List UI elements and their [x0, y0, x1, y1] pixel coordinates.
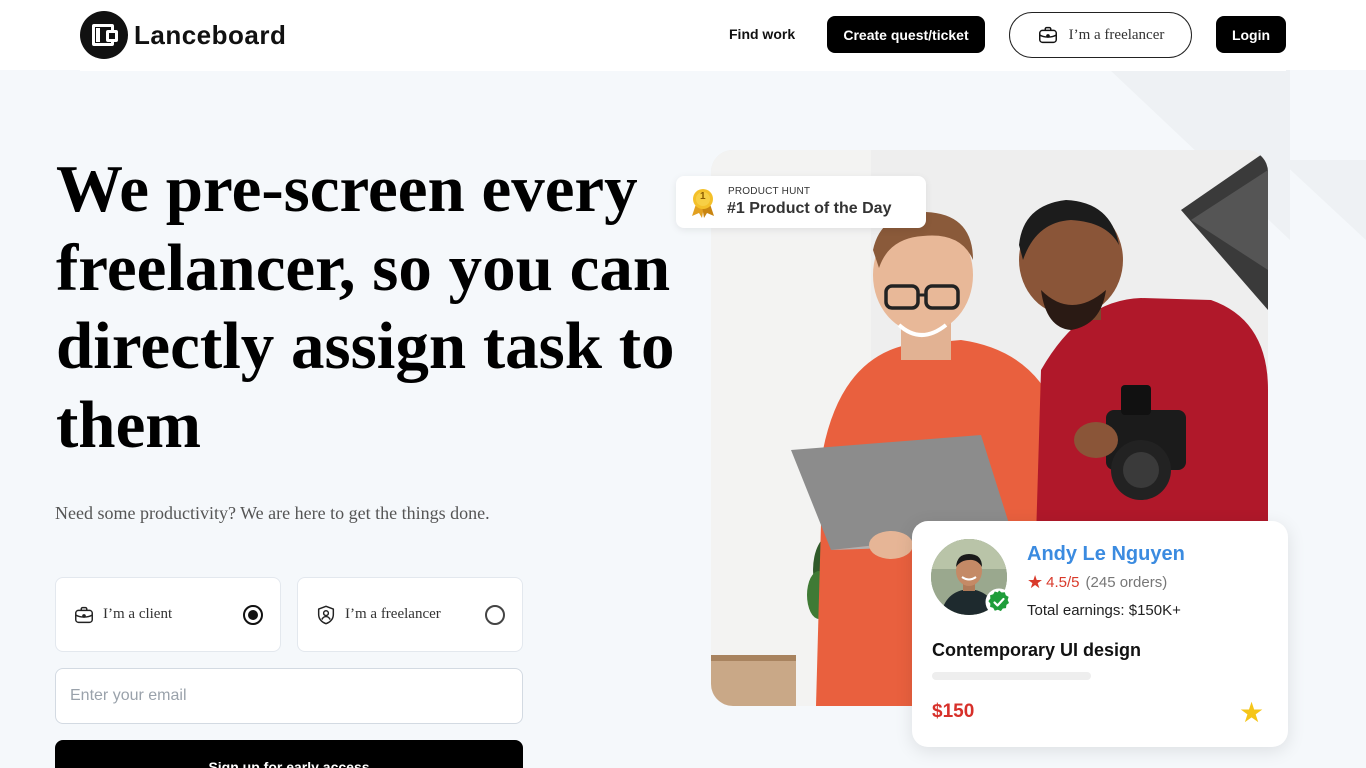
signup-button[interactable]: Sign up for early access	[55, 740, 523, 768]
placeholder-bar	[932, 672, 1091, 680]
role-client-radio[interactable]	[243, 604, 263, 625]
rating-value: 4.5/5	[1046, 574, 1080, 591]
favorite-star-icon[interactable]: ★	[1239, 699, 1264, 727]
gig-title: Contemporary UI design	[932, 640, 1142, 660]
freelancer-button[interactable]: I’m a freelancer	[1009, 12, 1192, 58]
hero-headline: We pre-screen every freelancer, so you c…	[56, 152, 675, 462]
role-client-label: I’m a client	[103, 606, 173, 622]
product-hunt-title: #1 Product of the Day	[727, 200, 892, 217]
email-input[interactable]	[55, 668, 523, 724]
star-icon: ★	[1027, 572, 1044, 592]
total-earnings: Total earnings: $150K+	[1027, 602, 1181, 619]
rating: ★ 4.5/5 (245 orders)	[1027, 572, 1168, 592]
medal-number: 1	[700, 191, 706, 202]
gig-price: $150	[932, 701, 975, 722]
product-hunt-label: PRODUCT HUNT	[728, 186, 811, 197]
create-quest-button[interactable]: Create quest/ticket	[827, 16, 985, 53]
role-freelancer-label: I’m a freelancer	[345, 606, 441, 622]
role-freelancer-radio[interactable]	[485, 604, 505, 625]
login-button[interactable]: Login	[1216, 16, 1286, 53]
briefcase-icon	[1038, 26, 1057, 44]
verified-badge-icon	[985, 588, 1013, 616]
header-divider	[80, 69, 1286, 71]
freelancer-profile-card[interactable]: Andy Le Nguyen ★ 4.5/5 (245 orders) Tota…	[912, 521, 1288, 747]
top-navbar: Lanceboard Find work Create quest/ticket…	[0, 0, 1366, 70]
freelancer-button-label: I’m a freelancer	[1068, 26, 1165, 43]
nav-find-work[interactable]: Find work	[729, 26, 795, 42]
logo-icon	[80, 11, 128, 59]
hero-subtext: Need some productivity? We are here to g…	[55, 503, 490, 523]
user-badge-icon	[315, 604, 337, 626]
brand-logo[interactable]: Lanceboard	[80, 11, 286, 59]
role-option-client[interactable]: I’m a client	[55, 577, 281, 652]
role-option-freelancer[interactable]: I’m a freelancer	[297, 577, 523, 652]
brand-name: Lanceboard	[134, 19, 287, 50]
orders-count: (245 orders)	[1085, 574, 1168, 591]
briefcase-icon	[73, 604, 95, 626]
product-hunt-badge: 1 PRODUCT HUNT #1 Product of the Day	[676, 176, 926, 228]
freelancer-name[interactable]: Andy Le Nguyen	[1027, 543, 1185, 566]
